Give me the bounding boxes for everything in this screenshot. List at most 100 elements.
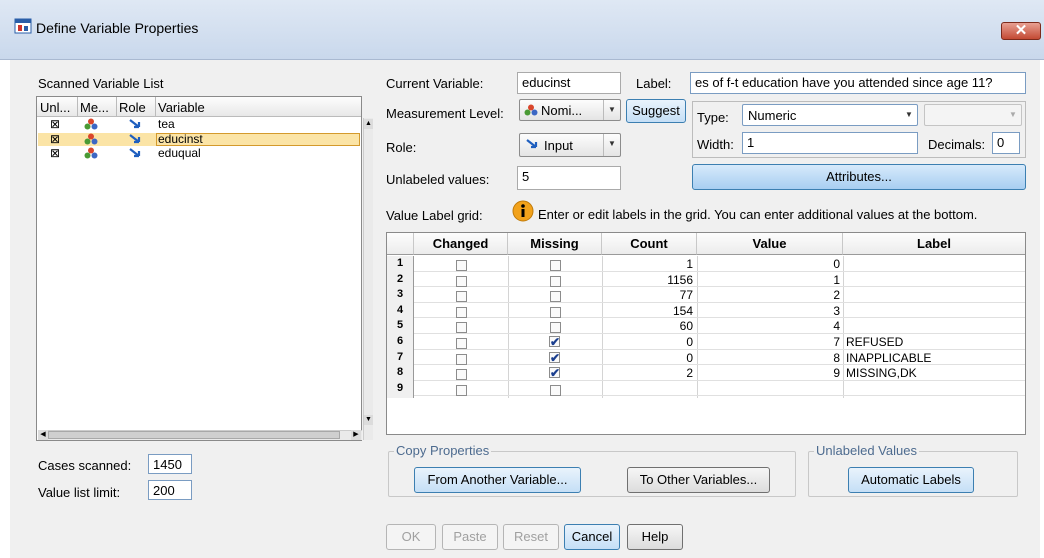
value-cell[interactable]: 0 — [698, 257, 840, 271]
count-cell[interactable]: 2 — [603, 366, 693, 380]
role-value: Input — [544, 138, 573, 153]
col-divider — [155, 97, 156, 117]
col-header-unlabeled[interactable]: Unl... — [40, 100, 70, 115]
grid-info-text: Enter or edit labels in the grid. You ca… — [538, 207, 978, 222]
value-cell[interactable]: 9 — [698, 366, 840, 380]
count-cell[interactable]: 0 — [603, 351, 693, 365]
chevron-down-icon: ▼ — [1009, 110, 1017, 119]
to-other-variables-button[interactable]: To Other Variables... — [627, 467, 770, 493]
grid-row-number: 4 — [387, 302, 414, 319]
scroll-left-arrow[interactable]: ◀ — [38, 430, 48, 440]
chevron-down-icon: ▼ — [603, 134, 620, 156]
info-icon — [512, 200, 534, 222]
nominal-measure-icon — [84, 118, 98, 130]
count-cell[interactable]: 1156 — [603, 273, 693, 287]
count-cell[interactable]: 0 — [603, 335, 693, 349]
grid-header-missing[interactable]: Missing — [508, 233, 602, 255]
grid-row-number: 5 — [387, 318, 414, 334]
attributes-button[interactable]: Attributes... — [692, 164, 1026, 190]
width-label: Width: — [697, 137, 734, 152]
decimals-input[interactable]: 0 — [992, 132, 1020, 154]
scroll-down-arrow[interactable]: ▼ — [364, 415, 373, 425]
automatic-labels-button[interactable]: Automatic Labels — [848, 467, 974, 493]
changed-checkbox[interactable] — [456, 384, 467, 399]
value-cell[interactable]: 7 — [698, 335, 840, 349]
col-header-variable[interactable]: Variable — [158, 100, 205, 115]
input-role-icon — [129, 134, 141, 144]
type-label: Type: — [697, 110, 729, 125]
grid-header-changed[interactable]: Changed — [414, 233, 508, 255]
unlabeled-values-field: 5 — [517, 166, 621, 190]
horizontal-scroll-thumb[interactable] — [48, 431, 340, 439]
type-value: Numeric — [748, 108, 797, 123]
grid-row-number: 2 — [387, 271, 414, 288]
scanned-list-title: Scanned Variable List — [38, 76, 164, 91]
scroll-up-arrow[interactable]: ▲ — [364, 119, 373, 129]
missing-checkbox-checked[interactable]: ✔ — [549, 351, 560, 364]
grid-header-value[interactable]: Value — [697, 233, 843, 255]
input-role-icon — [129, 148, 141, 158]
unlabeled-checkbox[interactable]: ⊠ — [50, 147, 60, 159]
role-dropdown[interactable]: Input ▼ — [519, 133, 621, 157]
nominal-measure-icon — [524, 104, 538, 116]
width-input[interactable]: 1 — [742, 132, 918, 154]
grid-header-label[interactable]: Label — [843, 233, 1025, 255]
value-cell[interactable]: 1 — [698, 273, 840, 287]
count-cell[interactable]: 60 — [603, 319, 693, 333]
value-cell[interactable]: 2 — [698, 288, 840, 302]
unlabeled-checkbox[interactable]: ⊠ — [50, 118, 60, 130]
current-variable-label: Current Variable: — [386, 76, 484, 91]
missing-checkbox[interactable] — [550, 384, 561, 399]
measurement-level-value: Nomi... — [541, 103, 583, 118]
grid-row-number: 9 — [387, 380, 414, 397]
value-cell[interactable]: 8 — [698, 351, 840, 365]
type-dropdown[interactable]: Numeric ▼ — [742, 104, 918, 126]
help-button[interactable]: Help — [627, 524, 683, 550]
scroll-right-arrow[interactable]: ▶ — [351, 430, 361, 440]
ok-button[interactable]: OK — [386, 524, 436, 550]
measurement-level-dropdown[interactable]: Nomi... ▼ — [519, 99, 621, 121]
grid-corner — [387, 233, 414, 255]
variable-label-input[interactable]: es of f-t education have you attended si… — [690, 72, 1026, 94]
variable-name[interactable]: eduqual — [158, 147, 201, 160]
chevron-down-icon: ▼ — [603, 100, 620, 120]
reset-button[interactable]: Reset — [503, 524, 559, 550]
value-list-limit-input[interactable]: 200 — [148, 480, 192, 500]
count-cell[interactable]: 77 — [603, 288, 693, 302]
label-cell[interactable]: REFUSED — [846, 335, 903, 349]
cases-scanned-label: Cases scanned: — [38, 458, 132, 473]
col-header-measurement[interactable]: Me... — [80, 100, 109, 115]
count-cell[interactable]: 1 — [603, 257, 693, 271]
current-variable-field: educinst — [517, 72, 621, 94]
unlabeled-checkbox[interactable]: ⊠ — [50, 133, 60, 145]
nominal-measure-icon — [84, 147, 98, 159]
value-cell[interactable]: 3 — [698, 304, 840, 318]
label-cell[interactable]: MISSING,DK — [846, 366, 917, 380]
grid-row-number: 1 — [387, 256, 414, 272]
cancel-button[interactable]: Cancel — [564, 524, 620, 550]
grid-row[interactable] — [387, 381, 1025, 397]
grid-header-count[interactable]: Count — [602, 233, 697, 255]
value-cell[interactable]: 4 — [698, 319, 840, 333]
from-another-variable-button[interactable]: From Another Variable... — [414, 467, 581, 493]
count-cell[interactable]: 154 — [603, 304, 693, 318]
missing-checkbox-checked[interactable]: ✔ — [549, 336, 560, 348]
unlabeled-values-title: Unlabeled Values — [814, 443, 919, 458]
cases-scanned-input[interactable]: 1450 — [148, 454, 192, 474]
window-title: Define Variable Properties — [36, 20, 199, 36]
col-divider — [116, 97, 117, 117]
chevron-down-icon: ▼ — [905, 110, 913, 119]
grid-row-number: 6 — [387, 334, 414, 350]
variable-name[interactable]: educinst — [158, 133, 203, 146]
vertical-scrollbar[interactable] — [363, 118, 373, 440]
missing-checkbox-checked[interactable]: ✔ — [549, 367, 560, 379]
label-cell[interactable]: INAPPLICABLE — [846, 351, 931, 365]
col-header-role[interactable]: Role — [119, 100, 146, 115]
label-label: Label: — [636, 76, 672, 91]
variable-name[interactable]: tea — [158, 118, 175, 131]
value-list-limit-label: Value list limit: — [38, 485, 121, 500]
grid-row-number: 7 — [387, 349, 414, 366]
paste-button[interactable]: Paste — [442, 524, 498, 550]
suggest-button[interactable]: Suggest — [626, 99, 686, 123]
close-button[interactable]: ✕ — [1001, 22, 1041, 40]
